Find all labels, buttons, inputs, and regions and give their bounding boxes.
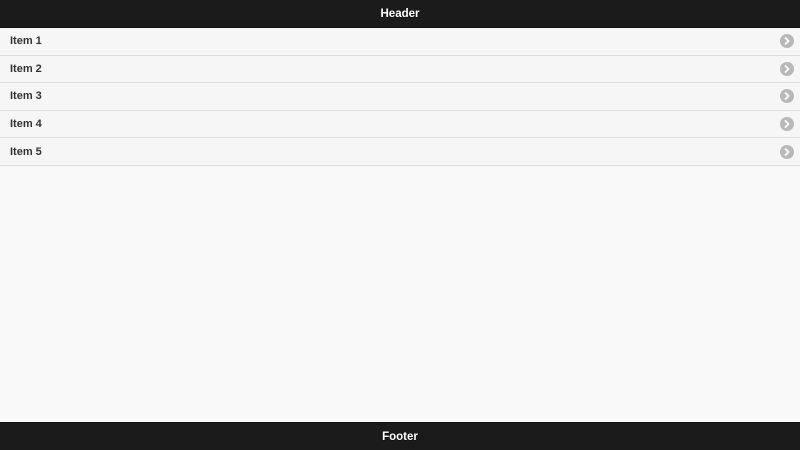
list-item[interactable]: Item 2 bbox=[0, 55, 800, 84]
page-content: Item 1 Item 2 Item 3 Item 4 Item 5 bbox=[0, 28, 800, 422]
list-item-label: Item 4 bbox=[10, 118, 42, 131]
list-item[interactable]: Item 1 bbox=[0, 28, 800, 56]
list-item-label: Item 2 bbox=[10, 62, 42, 75]
list-item-label: Item 1 bbox=[10, 35, 42, 48]
list-item[interactable]: Item 4 bbox=[0, 110, 800, 139]
page-footer: Footer bbox=[0, 422, 800, 450]
chevron-right-icon bbox=[780, 144, 794, 159]
item-list: Item 1 Item 2 Item 3 Item 4 Item 5 bbox=[0, 28, 800, 166]
chevron-right-icon bbox=[780, 89, 794, 104]
list-item[interactable]: Item 3 bbox=[0, 83, 800, 111]
header-title: Header bbox=[380, 7, 420, 20]
chevron-right-icon bbox=[780, 34, 794, 49]
page-header: Header bbox=[0, 0, 800, 28]
footer-title: Footer bbox=[382, 430, 418, 443]
chevron-right-icon bbox=[780, 61, 794, 76]
list-item-label: Item 5 bbox=[10, 145, 42, 158]
chevron-right-icon bbox=[780, 117, 794, 132]
list-item[interactable]: Item 5 bbox=[0, 138, 800, 166]
app-page: Header Item 1 Item 2 Item 3 Item 4 Item … bbox=[0, 0, 800, 450]
list-item-label: Item 3 bbox=[10, 90, 42, 103]
